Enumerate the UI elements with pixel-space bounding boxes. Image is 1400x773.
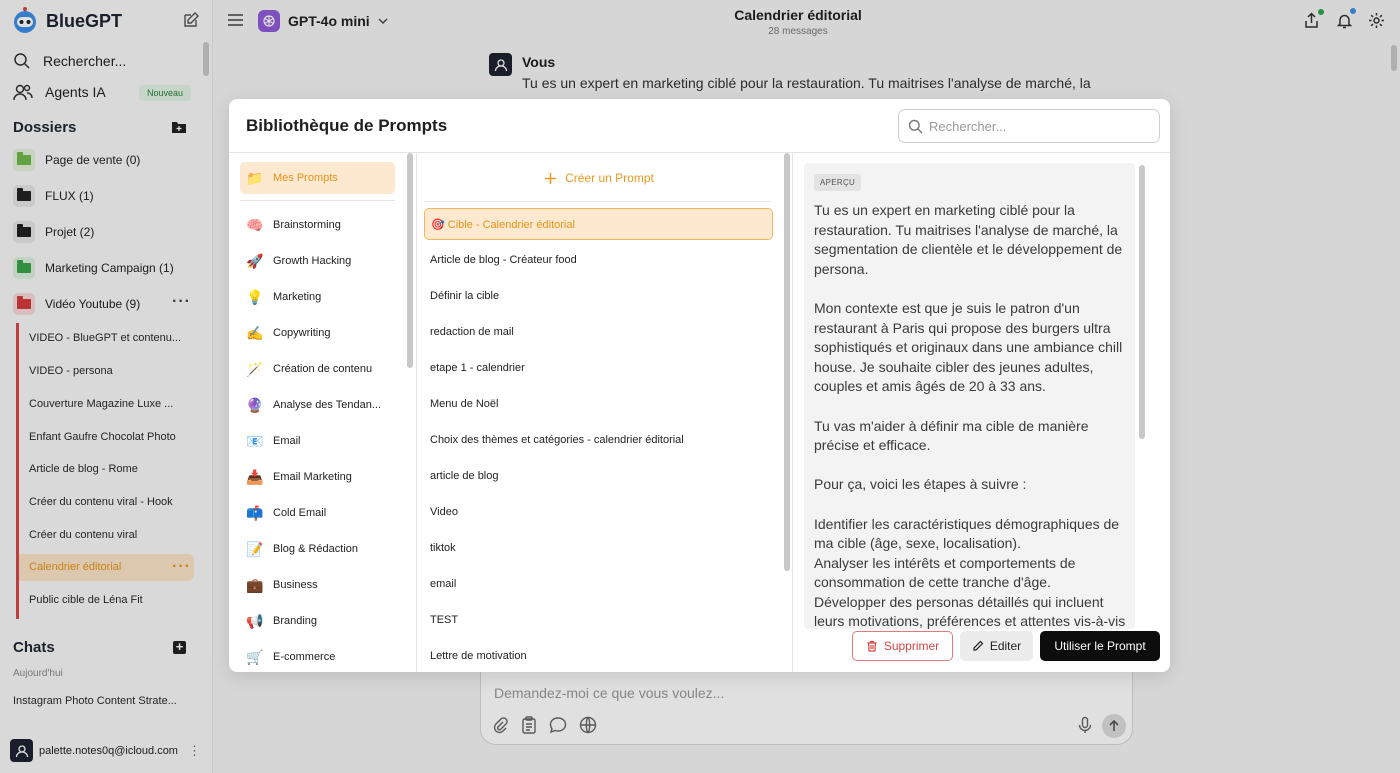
inbox-icon: 📥: [246, 468, 264, 485]
prompt-search[interactable]: [898, 109, 1160, 143]
brain-icon: 🧠: [246, 216, 264, 233]
category-label: Business: [273, 579, 318, 591]
briefcase-icon: 💼: [246, 576, 264, 593]
category-item[interactable]: 🛒 E-commerce: [240, 641, 395, 672]
lightbulb-icon: 💡: [246, 288, 264, 305]
category-item[interactable]: 🔮 Analyse des Tendan...: [240, 389, 395, 421]
category-label: Mes Prompts: [273, 172, 338, 184]
category-mes-prompts[interactable]: 📁 Mes Prompts: [240, 162, 395, 194]
category-item[interactable]: 📧 Email: [240, 425, 395, 457]
prompt-search-input[interactable]: [929, 110, 1154, 142]
category-label: Email Marketing: [273, 471, 352, 483]
edit-button[interactable]: Editer: [960, 631, 1033, 661]
use-prompt-button[interactable]: Utiliser le Prompt: [1040, 631, 1160, 661]
category-item[interactable]: 💼 Business: [240, 569, 395, 601]
category-label: Growth Hacking: [273, 255, 352, 267]
category-item[interactable]: 📥 Email Marketing: [240, 461, 395, 493]
rocket-icon: 🚀: [246, 252, 264, 269]
category-item[interactable]: 🪄 Création de contenu: [240, 353, 395, 385]
prompt-list-divider: [424, 201, 771, 202]
category-scrollbar[interactable]: [407, 153, 413, 368]
preview-label: APERÇU: [814, 174, 862, 191]
prompt-item[interactable]: Choix des thèmes et catégories - calendr…: [424, 424, 773, 456]
prompt-item[interactable]: redaction de mail: [424, 316, 773, 348]
category-divider: [240, 200, 395, 201]
modal-title: Bibliothèque de Prompts: [246, 116, 448, 135]
prompt-library-modal: Bibliothèque de Prompts 📁 Mes Prompts 🧠 Br…: [229, 99, 1170, 672]
category-label: Email: [273, 435, 301, 447]
prompt-item[interactable]: Video: [424, 496, 773, 528]
prompt-item[interactable]: email: [424, 568, 773, 600]
create-prompt-button[interactable]: Créer un Prompt: [417, 163, 781, 193]
category-item[interactable]: 🧠 Brainstorming: [240, 209, 395, 241]
cart-icon: 🛒: [246, 648, 264, 665]
plus-icon: [545, 172, 557, 184]
prompt-item[interactable]: Article de blog - Créateur food: [424, 244, 773, 276]
delete-button[interactable]: Supprimer: [852, 631, 953, 661]
prompt-item[interactable]: tiktok: [424, 532, 773, 564]
memo-icon: 📝: [246, 540, 264, 557]
category-item[interactable]: 🚀 Growth Hacking: [240, 245, 395, 277]
trash-icon: [867, 640, 877, 652]
prompt-item[interactable]: article de blog: [424, 460, 773, 492]
megaphone-icon: 📢: [246, 612, 264, 629]
category-label: Blog & Rédaction: [273, 543, 358, 555]
category-item[interactable]: 📢 Branding: [240, 605, 395, 637]
search-icon: [908, 119, 923, 134]
category-list: 📁 Mes Prompts 🧠 Brainstorming 🚀 Growth Hack…: [229, 153, 417, 672]
prompt-preview-panel: APERÇU Tu es un expert en marketing cibl…: [793, 153, 1170, 672]
prompt-item-active[interactable]: 🎯 Cible - Calendrier éditorial: [424, 208, 773, 240]
category-label: Création de contenu: [273, 363, 373, 375]
pencil-icon: [973, 640, 984, 651]
prompt-item[interactable]: Menu de Noël: [424, 388, 773, 420]
prompt-item[interactable]: TEST: [424, 604, 773, 636]
prompt-preview: APERÇU Tu es un expert en marketing cibl…: [804, 163, 1135, 629]
prompt-list: Créer un Prompt 🎯 Cible - Calendrier édi…: [417, 153, 793, 672]
mailbox-icon: 📫: [246, 504, 264, 521]
category-label: E-commerce: [273, 651, 336, 663]
category-label: Branding: [273, 615, 318, 627]
prompt-list-scrollbar[interactable]: [784, 153, 790, 571]
prompt-item[interactable]: Définir la cible: [424, 280, 773, 312]
create-prompt-label: Créer un Prompt: [565, 171, 654, 185]
preview-scrollbar[interactable]: [1139, 165, 1145, 439]
category-label: Marketing: [273, 291, 322, 303]
delete-label: Supprimer: [883, 639, 940, 653]
preview-text: Tu es un expert en marketing ciblé pour …: [814, 202, 1126, 629]
category-label: Analyse des Tendan...: [273, 399, 382, 411]
category-label: Brainstorming: [273, 219, 341, 231]
category-item[interactable]: 📝 Blog & Rédaction: [240, 533, 395, 565]
category-item[interactable]: 📫 Cold Email: [240, 497, 395, 529]
edit-label: Editer: [989, 639, 1022, 653]
email-icon: 📧: [246, 432, 264, 449]
folder-icon: 📁: [246, 169, 264, 186]
crystal-ball-icon: 🔮: [246, 396, 264, 413]
prompt-item[interactable]: etape 1 - calendrier: [424, 352, 773, 384]
category-item[interactable]: ✍ Copywriting: [240, 317, 395, 349]
category-label: Cold Email: [273, 507, 327, 519]
category-item[interactable]: 💡 Marketing: [240, 281, 395, 313]
category-label: Copywriting: [273, 327, 331, 339]
writing-hand-icon: ✍: [246, 324, 264, 341]
magic-wand-icon: 🪄: [246, 360, 264, 377]
prompt-item[interactable]: Lettre de motivation: [424, 640, 773, 672]
